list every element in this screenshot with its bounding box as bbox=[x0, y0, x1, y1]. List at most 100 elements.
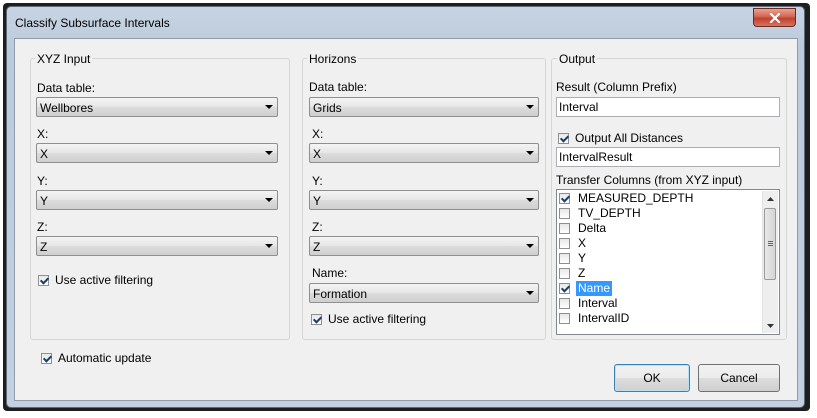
horizons-x-value: X bbox=[313, 147, 322, 161]
transfer-columns-label: Transfer Columns (from XYZ input) bbox=[556, 173, 743, 187]
horizons-z-label: Z: bbox=[312, 220, 323, 234]
xyz-input-group-title: XYZ Input bbox=[35, 52, 93, 66]
transfer-column-item[interactable]: Interval bbox=[559, 296, 619, 311]
automatic-update-label: Automatic update bbox=[58, 351, 152, 365]
xyz-data-table-label: Data table: bbox=[37, 81, 96, 95]
dialog-window: Classify Subsurface Intervals XYZ Input … bbox=[6, 6, 805, 408]
checkbox-box[interactable] bbox=[559, 208, 570, 219]
chevron-down-icon bbox=[265, 105, 273, 109]
scroll-down-button[interactable] bbox=[763, 318, 778, 333]
transfer-column-item[interactable]: TV_DEPTH bbox=[559, 206, 643, 221]
xyz-z-value: Z bbox=[40, 240, 48, 254]
horizons-group-title: Horizons bbox=[307, 52, 359, 66]
chevron-down-icon bbox=[265, 151, 273, 155]
automatic-update-checkbox[interactable]: Automatic update bbox=[41, 351, 151, 365]
transfer-column-label: Z bbox=[578, 266, 586, 280]
xyz-x-select[interactable]: X bbox=[36, 143, 278, 163]
checkbox-box[interactable] bbox=[311, 313, 322, 325]
xyz-active-filtering-label: Use active filtering bbox=[55, 273, 154, 287]
horizons-data-table-label: Data table: bbox=[309, 80, 368, 94]
chevron-down-icon bbox=[265, 244, 273, 248]
transfer-column-item[interactable]: X bbox=[559, 236, 588, 251]
transfer-column-item[interactable]: Delta bbox=[559, 221, 608, 236]
result-prefix-input[interactable] bbox=[559, 100, 739, 114]
horizons-y-label: Y: bbox=[312, 174, 323, 188]
horizons-z-value: Z bbox=[313, 240, 321, 254]
transfer-column-item[interactable]: MEASURED_DEPTH bbox=[559, 191, 695, 206]
transfer-column-label: Name bbox=[576, 281, 613, 296]
xyz-data-table-value: Wellbores bbox=[40, 101, 94, 115]
checkbox-box[interactable] bbox=[559, 298, 570, 309]
ok-button[interactable]: OK bbox=[614, 364, 690, 392]
grip-icon bbox=[768, 241, 773, 242]
xyz-y-label: Y: bbox=[37, 174, 48, 188]
transfer-column-label: IntervalID bbox=[578, 311, 630, 325]
checkbox-box[interactable] bbox=[559, 193, 570, 204]
scroll-thumb[interactable] bbox=[764, 208, 776, 280]
chevron-down-icon bbox=[767, 323, 774, 328]
xyz-x-value: X bbox=[40, 147, 49, 161]
checkbox-box[interactable] bbox=[559, 313, 570, 324]
chevron-up-icon bbox=[767, 196, 774, 201]
chevron-down-icon bbox=[526, 198, 534, 202]
close-button[interactable] bbox=[753, 8, 796, 27]
xyz-y-value: Y bbox=[40, 194, 49, 208]
chevron-down-icon bbox=[526, 291, 534, 295]
chevron-down-icon bbox=[526, 244, 534, 248]
transfer-column-label: X bbox=[578, 236, 587, 250]
transfer-column-label: Y bbox=[578, 251, 587, 265]
horizons-y-select[interactable]: Y bbox=[309, 190, 539, 210]
cancel-button[interactable]: Cancel bbox=[698, 364, 780, 392]
dialog-client-area: XYZ Input Data table: Wellbores X: X Y: … bbox=[14, 38, 798, 401]
horizons-x-select[interactable]: X bbox=[309, 143, 539, 163]
transfer-column-label: TV_DEPTH bbox=[578, 206, 641, 220]
transfer-column-item[interactable]: IntervalID bbox=[559, 311, 631, 326]
horizons-active-filtering-checkbox[interactable]: Use active filtering bbox=[311, 312, 426, 326]
distances-name-field[interactable] bbox=[556, 147, 780, 167]
xyz-z-label: Z: bbox=[37, 220, 48, 234]
output-group-title: Output bbox=[557, 52, 598, 66]
window-title: Classify Subsurface Intervals bbox=[15, 16, 170, 30]
list-scrollbar[interactable] bbox=[762, 191, 778, 333]
transfer-column-label: MEASURED_DEPTH bbox=[578, 191, 694, 205]
chevron-down-icon bbox=[265, 198, 273, 202]
checkbox-box[interactable] bbox=[559, 223, 570, 234]
transfer-column-item[interactable]: Name bbox=[559, 281, 613, 296]
xyz-data-table-select[interactable]: Wellbores bbox=[36, 97, 278, 117]
transfer-column-item[interactable]: Y bbox=[559, 251, 588, 266]
horizons-data-table-value: Grids bbox=[313, 101, 342, 115]
grip-icon bbox=[768, 243, 773, 244]
checkbox-box[interactable] bbox=[559, 268, 570, 279]
xyz-active-filtering-checkbox[interactable]: Use active filtering bbox=[38, 273, 153, 287]
chevron-down-icon bbox=[526, 105, 534, 109]
distances-name-input[interactable] bbox=[559, 150, 739, 164]
transfer-column-label: Interval bbox=[578, 296, 618, 310]
transfer-columns-list[interactable]: MEASURED_DEPTH TV_DEPTH Delta X Y Z Name Interv… bbox=[556, 189, 780, 335]
result-prefix-field[interactable] bbox=[556, 97, 780, 117]
output-all-distances-label: Output All Distances bbox=[575, 131, 684, 145]
horizons-name-value: Formation bbox=[313, 287, 368, 301]
checkbox-box[interactable] bbox=[559, 283, 570, 294]
horizons-x-label: X: bbox=[312, 127, 324, 141]
horizons-z-select[interactable]: Z bbox=[309, 236, 539, 256]
checkbox-box[interactable] bbox=[558, 132, 569, 144]
horizons-data-table-select[interactable]: Grids bbox=[309, 97, 539, 117]
grip-icon bbox=[768, 245, 773, 246]
checkbox-box[interactable] bbox=[559, 253, 570, 264]
horizons-y-value: Y bbox=[313, 194, 322, 208]
result-prefix-label: Result (Column Prefix) bbox=[556, 80, 677, 94]
xyz-z-select[interactable]: Z bbox=[36, 236, 278, 256]
xyz-y-select[interactable]: Y bbox=[36, 190, 278, 210]
close-icon bbox=[769, 12, 780, 23]
output-all-distances-checkbox[interactable]: Output All Distances bbox=[558, 131, 683, 145]
checkbox-box[interactable] bbox=[38, 274, 49, 286]
checkbox-box[interactable] bbox=[41, 352, 52, 364]
horizons-name-label: Name: bbox=[312, 266, 348, 280]
checkbox-box[interactable] bbox=[559, 238, 570, 249]
transfer-column-label: Delta bbox=[578, 221, 607, 235]
title-bar[interactable]: Classify Subsurface Intervals bbox=[7, 7, 804, 37]
scroll-up-button[interactable] bbox=[763, 191, 778, 206]
chevron-down-icon bbox=[526, 151, 534, 155]
horizons-name-select[interactable]: Formation bbox=[309, 283, 539, 303]
transfer-column-item[interactable]: Z bbox=[559, 266, 587, 281]
